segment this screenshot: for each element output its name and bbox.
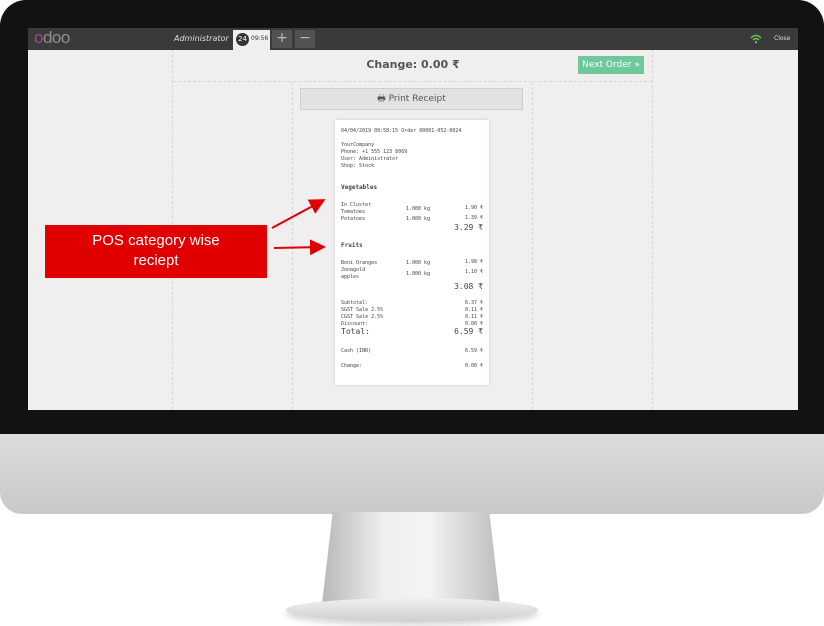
cgst-value: 0.11 ₹ bbox=[464, 314, 483, 320]
monitor-stand bbox=[322, 512, 500, 604]
printer-icon: 🖶 bbox=[377, 94, 386, 104]
order-time: 09:56 bbox=[251, 35, 269, 42]
receipt-user: User: Administrator bbox=[341, 156, 399, 162]
cgst-label: CGST Sale 2.5% bbox=[341, 314, 384, 320]
product-price: 1.10 ₹ bbox=[464, 269, 483, 275]
odoo-logo: odoo bbox=[34, 28, 70, 47]
annotation-line-1: POS category wise bbox=[92, 232, 220, 249]
column-divider-left bbox=[292, 82, 293, 410]
header-divider bbox=[173, 81, 652, 82]
product-name: Boni Oranges bbox=[341, 260, 378, 266]
monitor-chin bbox=[0, 434, 824, 514]
change-value: 0.00 ₹ bbox=[464, 363, 483, 369]
change-amount: Change: 0.00 ₹ bbox=[366, 58, 460, 71]
total-value: 6.59 ₹ bbox=[454, 327, 483, 336]
product-name: Tomatoes bbox=[341, 209, 366, 215]
product-price: 1.98 ₹ bbox=[464, 259, 483, 265]
total-label: Total: bbox=[341, 327, 370, 336]
annotation-callout: POS category wise reciept bbox=[45, 225, 267, 278]
cash-value: 6.59 ₹ bbox=[464, 348, 483, 354]
product-qty: 1.000 kg bbox=[406, 260, 431, 266]
print-receipt-label: Print Receipt bbox=[388, 94, 446, 104]
right-pane bbox=[652, 50, 798, 410]
product-qty: 1.000 kg bbox=[406, 216, 431, 222]
next-order-button[interactable]: Next Order » bbox=[578, 56, 644, 74]
pos-screen: odoo Administrator 24 09:56 + − Close Ch… bbox=[28, 28, 798, 410]
order-number-badge: 24 bbox=[236, 33, 249, 46]
category-total-vegetables: 3.29 ₹ bbox=[454, 223, 483, 232]
column-divider-right bbox=[532, 82, 533, 410]
receipt-phone: Phone: +1 555 123 8069 bbox=[341, 149, 408, 155]
print-receipt-button[interactable]: 🖶 Print Receipt bbox=[300, 88, 523, 110]
receipt-shop: Shop: Stock bbox=[341, 163, 375, 169]
add-order-button[interactable]: + bbox=[272, 30, 292, 48]
product-qty: 1.000 kg bbox=[406, 271, 431, 277]
receipt-company: YourCompany bbox=[341, 142, 375, 148]
receipt: 04/04/2019 09:58:15 Order 00001-052-0024… bbox=[335, 120, 489, 385]
sgst-value: 0.11 ₹ bbox=[464, 307, 483, 313]
sgst-label: SGST Sale 2.5% bbox=[341, 307, 384, 313]
category-title-vegetables: Vegetables bbox=[341, 184, 378, 191]
monitor-foot bbox=[286, 598, 538, 622]
user-name: Administrator bbox=[174, 34, 229, 43]
product-name: Potatoes bbox=[341, 216, 366, 222]
category-total-fruits: 3.08 ₹ bbox=[454, 282, 483, 291]
product-name: Jonagold bbox=[341, 267, 366, 273]
wifi-icon bbox=[750, 34, 762, 44]
category-title-fruits: Fruits bbox=[341, 242, 363, 249]
product-qty: 1.000 kg bbox=[406, 206, 431, 212]
product-price: 1.39 ₹ bbox=[464, 215, 483, 221]
product-name: apples bbox=[341, 274, 360, 280]
product-name: In Cluster bbox=[341, 202, 372, 208]
product-price: 1.90 ₹ bbox=[464, 205, 483, 211]
order-tab[interactable]: 24 09:56 bbox=[233, 30, 270, 50]
cash-label: Cash (INR) bbox=[341, 348, 372, 354]
pos-topbar: odoo Administrator 24 09:56 + − Close bbox=[28, 28, 798, 50]
next-order-label: Next Order bbox=[582, 60, 632, 70]
remove-order-button[interactable]: − bbox=[295, 30, 315, 48]
change-label: Change: bbox=[341, 363, 363, 369]
double-chevron-right-icon: » bbox=[634, 60, 640, 70]
subtotal-value: 6.37 ₹ bbox=[464, 300, 483, 306]
receipt-header-line: 04/04/2019 09:58:15 Order 00001-052-0024 bbox=[341, 128, 462, 134]
subtotal-label: Subtotal: bbox=[341, 300, 369, 306]
annotation-line-2: reciept bbox=[133, 252, 179, 269]
close-button[interactable]: Close bbox=[774, 35, 790, 42]
